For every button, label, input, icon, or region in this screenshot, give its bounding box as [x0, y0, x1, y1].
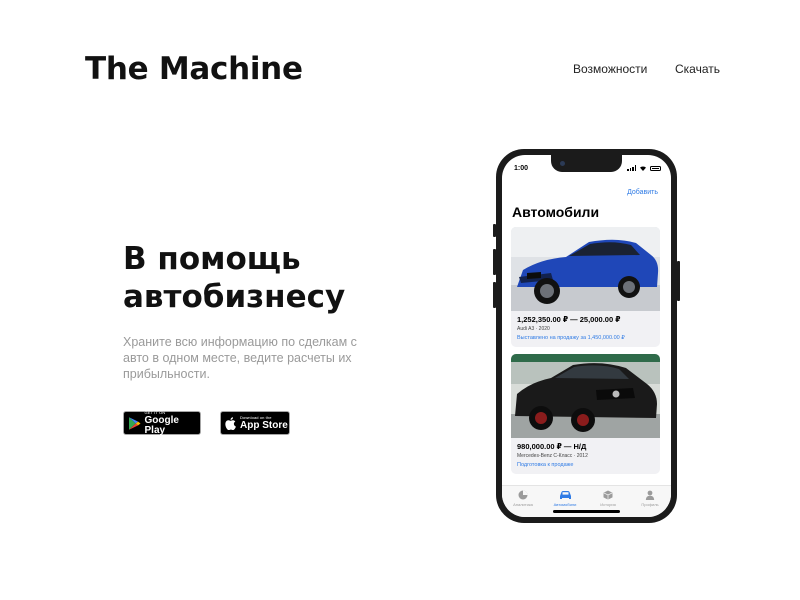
tab-label: Аналитика — [513, 502, 533, 507]
phone-notch — [551, 155, 622, 172]
tab-profile[interactable]: Профиль — [630, 490, 670, 507]
hero-title-line-1: В помощь — [123, 241, 301, 277]
home-indicator — [553, 510, 620, 513]
phone-volume-down — [493, 282, 496, 308]
car-photo-mercedes — [511, 354, 660, 438]
car-price: 1,252,350.00 ₽ — 25,000.00 ₽ — [517, 315, 621, 324]
tab-label: Профиль — [641, 502, 659, 507]
tab-history[interactable]: История — [588, 490, 628, 507]
google-play-icon — [129, 416, 141, 430]
status-time: 1:00 — [514, 165, 529, 172]
tab-label: История — [600, 502, 616, 507]
tab-cars[interactable]: Автомобили — [545, 490, 585, 507]
wifi-icon — [640, 166, 646, 171]
hero-title-line-2: автобизнесу — [123, 279, 346, 315]
brand-logo[interactable]: The Machine — [85, 51, 303, 87]
cars-screen-title: Автомобили — [512, 204, 600, 220]
phone-mute-switch — [493, 224, 496, 237]
car-card[interactable]: 1,252,350.00 ₽ — 25,000.00 ₽ Audi A3 · 2… — [511, 227, 660, 347]
nav-download-link[interactable]: Скачать — [675, 62, 720, 76]
google-play-button[interactable]: GET IT ON Google Play — [123, 409, 201, 436]
phone-screen: 1:00 Добавить Автомобили 1,252,350.00 ₽ … — [502, 155, 671, 517]
car-icon — [559, 491, 571, 499]
hero-title: В помощь автобизнесу — [123, 240, 345, 316]
phone-power-button — [677, 261, 680, 301]
status-icons — [627, 165, 661, 171]
car-price: 980,000.00 ₽ — Н/Д — [517, 442, 587, 451]
box-icon — [603, 490, 613, 500]
app-store-small-label: Download on the — [240, 414, 272, 420]
phone-volume-up — [493, 249, 496, 275]
car-model: Mercedes-Benz С-Класс · 2012 — [517, 453, 588, 459]
car-status: Выставлено на продажу за 1,450,000.00 ₽ — [517, 335, 625, 341]
person-icon — [645, 490, 655, 500]
tab-label: Автомобили — [553, 502, 577, 507]
car-model: Audi A3 · 2020 — [517, 326, 550, 332]
add-car-button[interactable]: Добавить — [627, 189, 658, 196]
hero-subtitle: Храните всю информацию по сделкам с авто… — [123, 335, 357, 381]
phone-mockup: 1:00 Добавить Автомобили 1,252,350.00 ₽ … — [493, 149, 680, 523]
app-store-big-label: App Store — [240, 419, 288, 431]
app-store-button[interactable]: Download on the App Store — [220, 411, 290, 435]
battery-icon — [650, 165, 661, 171]
nav-features-link[interactable]: Возможности — [573, 62, 647, 76]
car-card[interactable]: 980,000.00 ₽ — Н/Д Mercedes-Benz С-Класс… — [511, 354, 660, 474]
signal-icon — [627, 165, 636, 171]
car-photo-audi — [511, 227, 660, 311]
apple-icon — [225, 416, 236, 430]
google-play-big-label: Google Play — [144, 414, 179, 436]
tab-analytics[interactable]: Аналитика — [503, 490, 543, 507]
car-status: Подготовка к продаже — [517, 462, 574, 468]
google-play-small-label: GET IT ON — [144, 409, 166, 415]
pie-chart-icon — [518, 490, 528, 500]
camera-icon — [560, 161, 565, 166]
